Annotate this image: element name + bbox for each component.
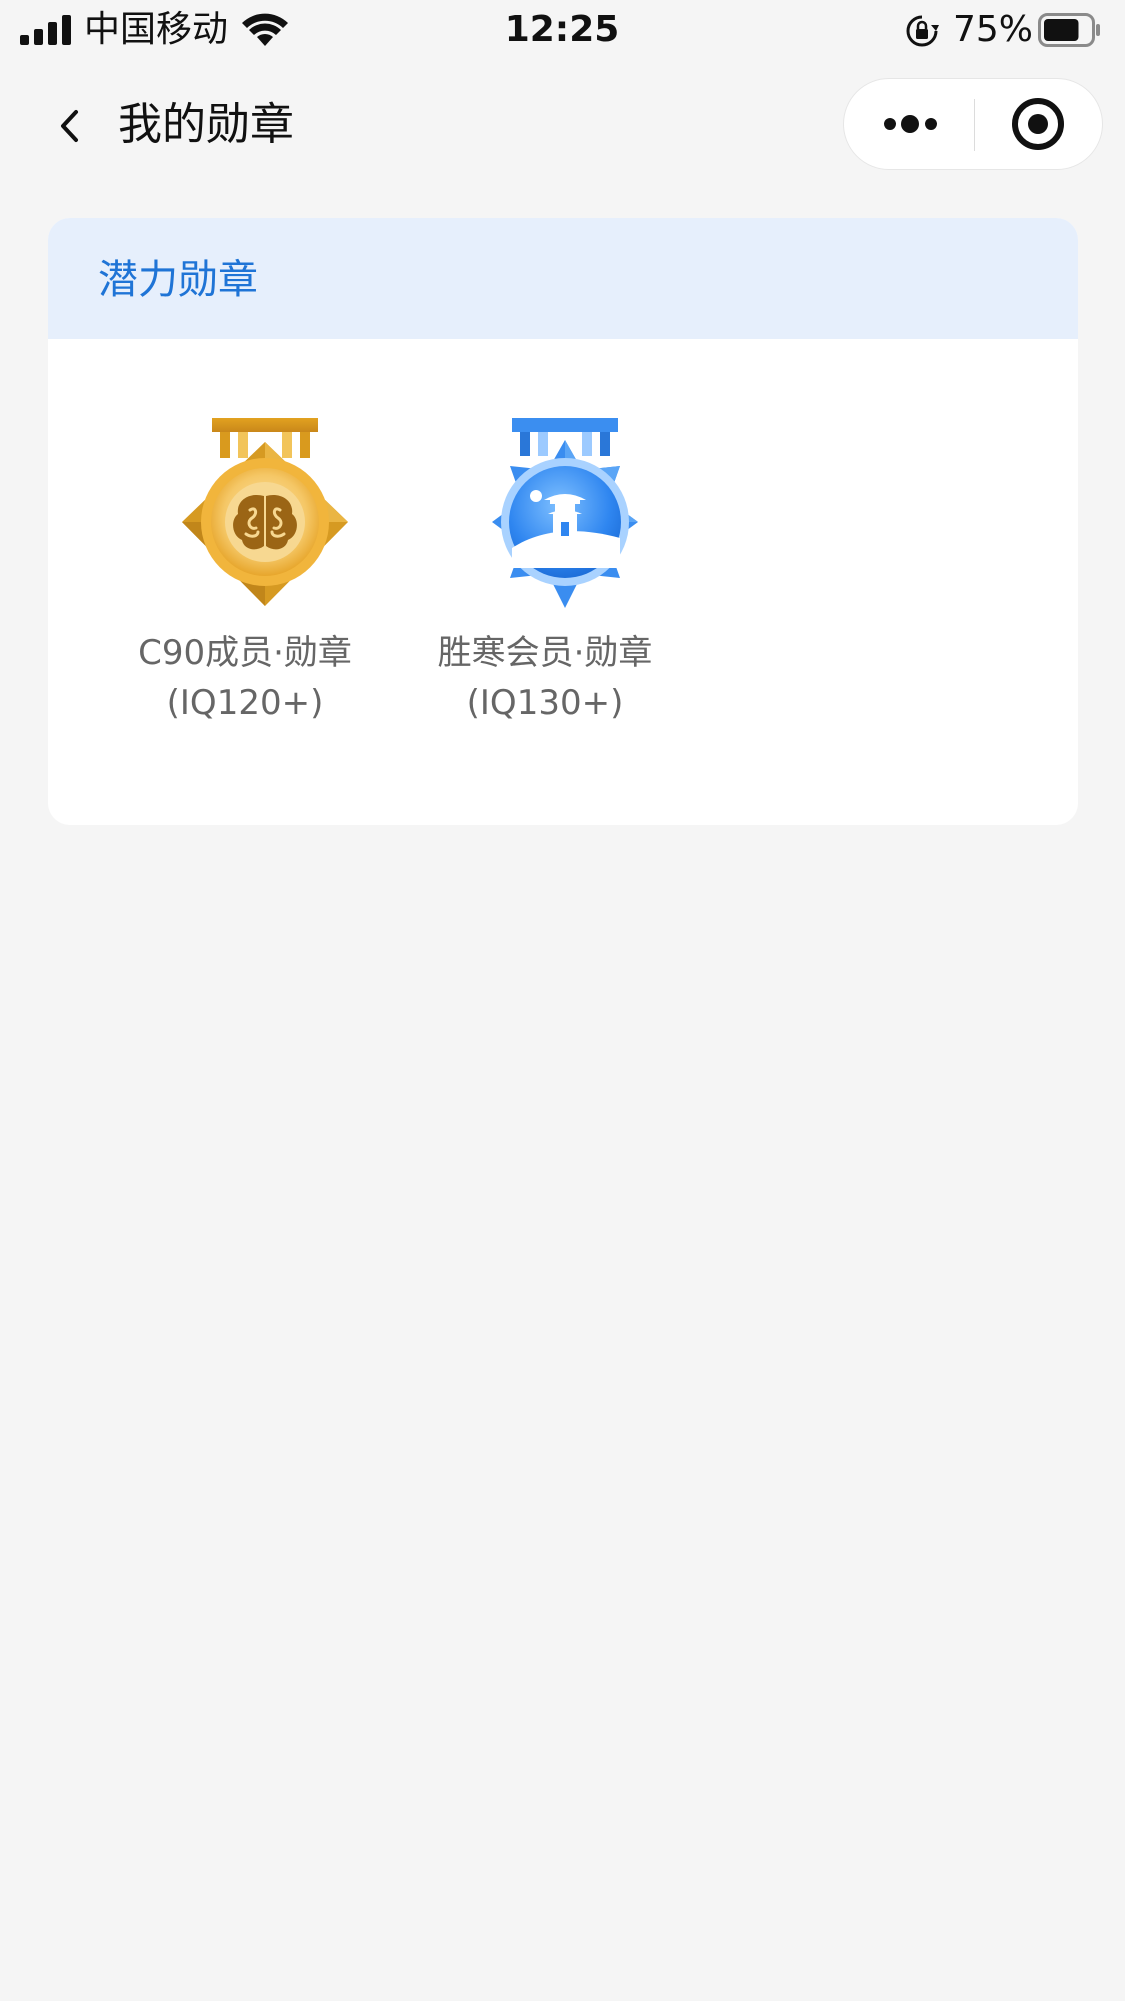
brain-medal-icon [182,418,348,606]
badge-name: 胜寒会员·勋章 (IQ130+) [395,628,695,728]
carrier-name: 中国移动 [84,9,229,50]
battery-percentage: 75% [953,9,1034,50]
more-button[interactable] [844,79,974,169]
page-title: 我的勋章 [118,99,294,150]
badge-title: C90成员·勋章 [138,633,352,673]
nav-bar: 我的勋章 [0,62,1125,190]
badge-card: 潜力勋章 C90成员·勋章 (IQ120+) 胜寒会员·勋章 (IQ130+) [48,218,1078,825]
badge-item-c90[interactable]: C90成员·勋章 (IQ120+) [95,418,395,758]
badge-requirement: (IQ130+) [466,683,624,723]
badge-requirement: (IQ120+) [166,683,324,723]
badge-item-shenghan[interactable]: 胜寒会员·勋章 (IQ130+) [395,418,695,758]
orientation-lock-icon [906,15,939,47]
back-button[interactable] [42,92,98,158]
target-close-icon [1012,98,1064,150]
more-dots-icon [884,115,937,133]
signal-icon [20,15,71,45]
close-mini-program-button[interactable] [974,79,1102,169]
chevron-left-icon [61,110,78,142]
clock: 12:25 [504,9,620,50]
section-title: 潜力勋章 [98,257,258,303]
battery-icon [1038,13,1100,47]
page: 中国移动 12:25 75% 我的勋章 潜力勋章 C90成员·勋章 (IQ120… [0,0,1125,2001]
badge-name: C90成员·勋章 (IQ120+) [95,628,395,728]
status-bar: 中国移动 12:25 75% [0,0,1125,62]
mini-program-capsule [843,78,1103,170]
section-header: 潜力勋章 [48,218,1078,339]
pavilion-medal-icon [492,418,638,608]
wifi-icon [242,13,288,46]
badge-title: 胜寒会员·勋章 [437,633,653,673]
